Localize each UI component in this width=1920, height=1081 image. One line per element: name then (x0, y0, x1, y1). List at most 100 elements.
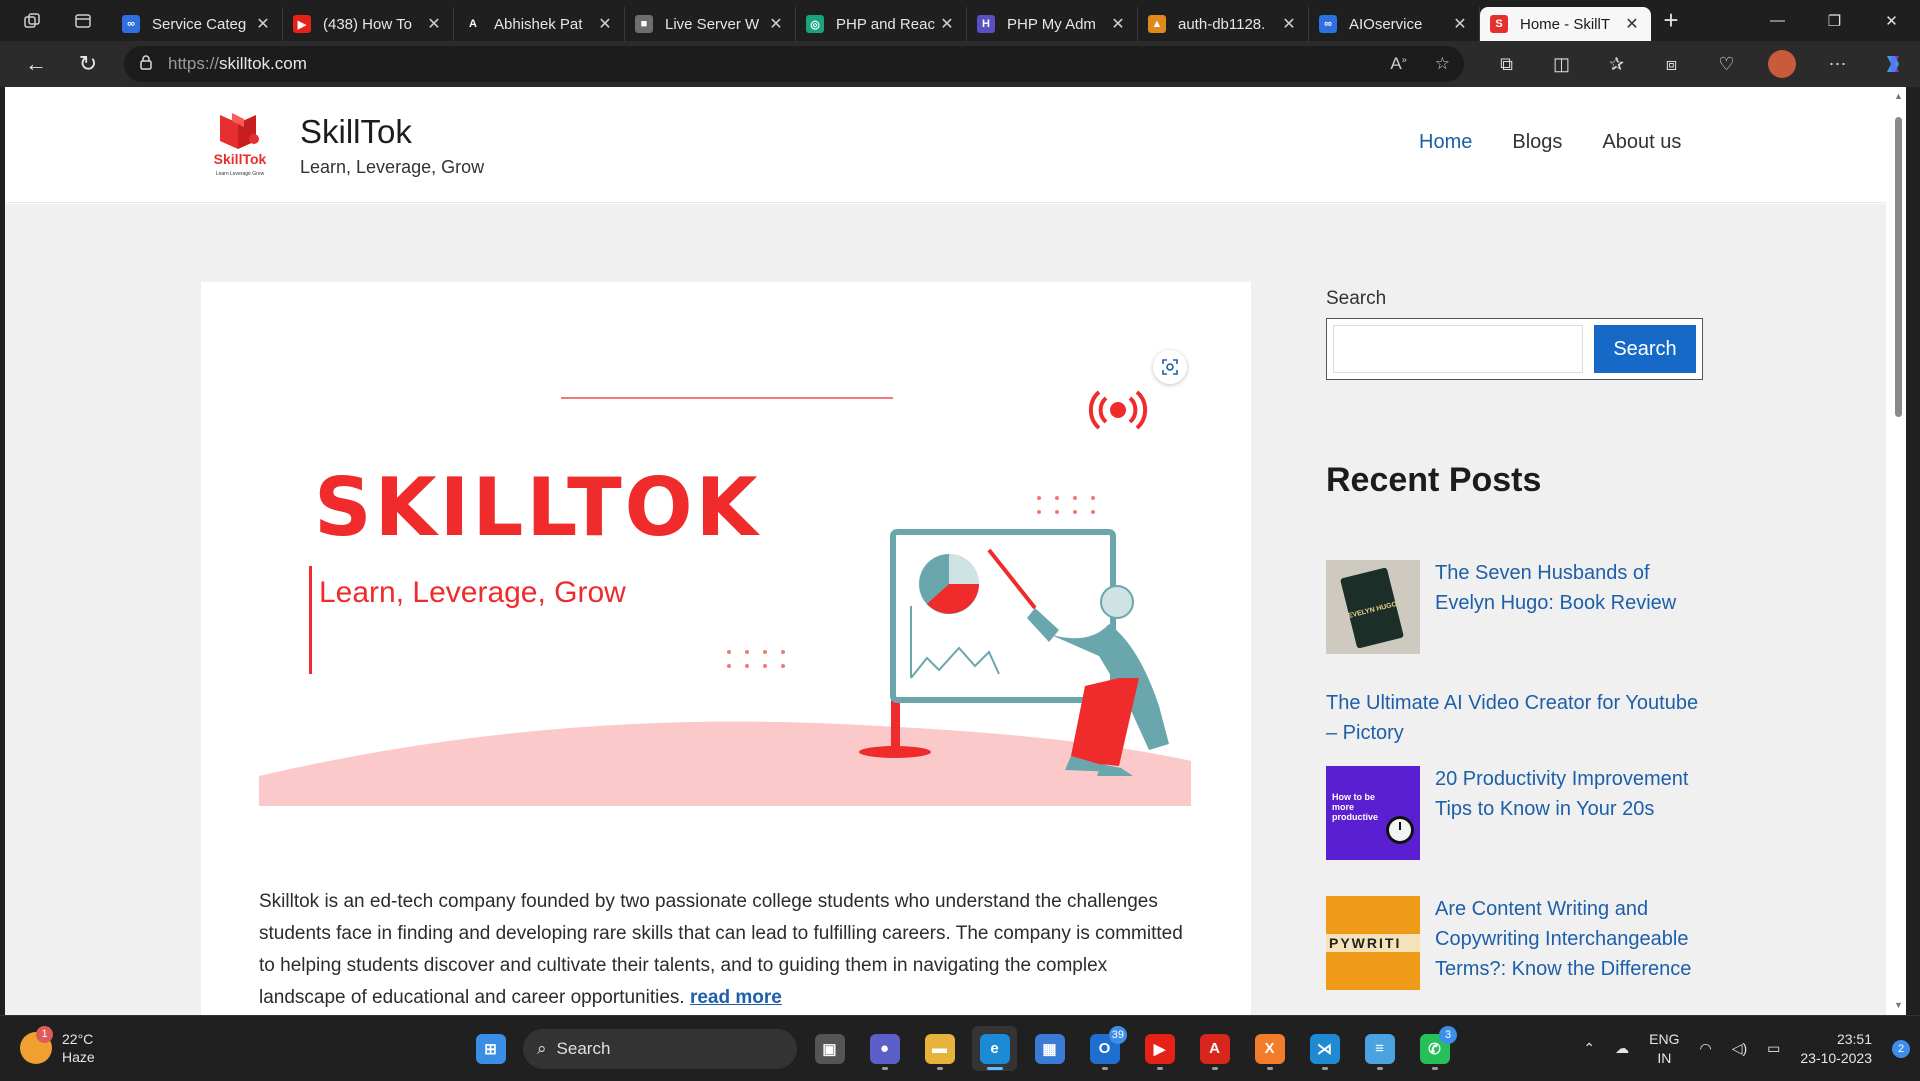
language-indicator[interactable]: ENG IN (1639, 1030, 1689, 1068)
taskbar-xampp-icon[interactable]: X (1247, 1026, 1292, 1071)
post-thumbnail[interactable]: PYWRITI (1326, 896, 1420, 990)
lock-icon[interactable] (124, 54, 168, 74)
weather-widget[interactable]: 1 22°C Haze (20, 1026, 95, 1066)
address-toolbar: ← ↻ https://skilltok.com A» ☆ ⧉ ◫ ✰ ⧈ ♡ … (0, 41, 1920, 87)
new-tab-button[interactable]: + (1651, 0, 1691, 41)
tab-close-icon[interactable]: ✕ (425, 14, 443, 34)
post-title-link[interactable]: 20 Productivity Improvement Tips to Know … (1435, 764, 1688, 824)
browser-tab[interactable]: ▶ (438) How To ✕ (283, 7, 454, 41)
taskbar-search-box[interactable]: ⌕ Search (523, 1028, 797, 1069)
post-title-link[interactable]: Are Content Writing and Copywriting Inter… (1435, 894, 1691, 984)
tab-close-icon[interactable]: ✕ (1280, 14, 1298, 34)
taskbar-search-label: Search (556, 1038, 611, 1058)
taskbar-start-icon[interactable]: ⊞ (468, 1026, 513, 1071)
taskbar-file-explorer-icon[interactable]: ▬ (917, 1026, 962, 1071)
taskbar-notepad-icon[interactable]: ≡ (1357, 1026, 1402, 1071)
taskbar-whatsapp-icon[interactable]: ✆ 3 (1412, 1026, 1457, 1071)
onedrive-icon[interactable]: ☁ (1605, 1039, 1639, 1058)
browser-tab[interactable]: ■ Live Server W ✕ (625, 7, 796, 41)
window-controls: — ❐ ✕ (1749, 0, 1920, 41)
tab-close-icon[interactable]: ✕ (254, 14, 272, 34)
split-screen-icon[interactable]: ◫ (1534, 41, 1589, 87)
tab-actions-icon[interactable] (64, 0, 102, 41)
collections-icon[interactable]: ⧈ (1644, 41, 1699, 87)
browser-tab[interactable]: ▲ auth-db1128. ✕ (1138, 7, 1309, 41)
copilot-icon[interactable] (1865, 41, 1920, 87)
profile-avatar[interactable] (1768, 50, 1796, 78)
address-bar[interactable]: https://skilltok.com A» ☆ (124, 46, 1464, 82)
post-title-link[interactable]: The Ultimate AI Video Creator for Youtub… (1326, 688, 1698, 748)
tab-close-icon[interactable]: ✕ (1623, 14, 1641, 34)
recent-post-item: How to be more productive 20 Productivit… (1326, 766, 1706, 860)
windows-taskbar: 1 22°C Haze ⊞ ⌕ Search ▣ ● ▬ e ▦ O 39 ▶ A X ⋊ ≡ ✆ 3 ⌃ ☁ E… (0, 1015, 1920, 1080)
page-scrollbar[interactable]: ▲ ▼ (1891, 87, 1906, 1015)
back-icon[interactable]: ← (10, 41, 62, 87)
taskbar-edge-icon[interactable]: e (972, 1026, 1017, 1071)
restore-icon[interactable]: ❐ (1806, 0, 1863, 41)
recent-posts-heading: Recent Posts (1326, 461, 1542, 499)
read-more-link[interactable]: read more (690, 987, 782, 1008)
taskbar-task-view-icon[interactable]: ▣ (807, 1026, 852, 1071)
site-title[interactable]: SkillTok (300, 113, 412, 151)
tab-close-icon[interactable]: ✕ (767, 14, 785, 34)
favorites-icon[interactable]: ✰ (1589, 41, 1644, 87)
tab-favicon-icon: ▲ (1148, 15, 1166, 33)
extensions-icon[interactable]: ⧉ (1479, 41, 1534, 87)
app-badge: 39 (1108, 1026, 1127, 1044)
tab-close-icon[interactable]: ✕ (938, 14, 956, 34)
minimize-icon[interactable]: — (1749, 0, 1806, 41)
tab-title: PHP and Reac (836, 15, 935, 33)
taskbar-store-icon[interactable]: ▦ (1027, 1026, 1072, 1071)
browser-tab[interactable]: A Abhishek Pat ✕ (454, 7, 625, 41)
taskbar-youtube-icon[interactable]: ▶ (1137, 1026, 1182, 1071)
search-input[interactable] (1333, 325, 1583, 373)
broadcast-icon (1088, 390, 1148, 430)
read-aloud-icon[interactable]: A» (1390, 54, 1406, 74)
taskbar-outlook-icon[interactable]: O 39 (1082, 1026, 1127, 1071)
post-thumbnail[interactable]: EVELYN HUGO (1326, 560, 1420, 654)
tab-favicon-icon: ∞ (1319, 15, 1337, 33)
taskbar-meet-icon[interactable]: ● (862, 1026, 907, 1071)
scroll-up-icon[interactable]: ▲ (1893, 91, 1904, 102)
favorite-star-icon[interactable]: ☆ (1435, 54, 1450, 74)
tab-close-icon[interactable]: ✕ (1109, 14, 1127, 34)
tab-favicon-icon: ∞ (122, 15, 140, 33)
volume-icon[interactable]: ◁) (1722, 1039, 1757, 1058)
browser-tab[interactable]: H PHP My Adm ✕ (967, 7, 1138, 41)
refresh-icon[interactable]: ↻ (62, 41, 114, 87)
tab-title: Live Server W (665, 15, 760, 33)
app-badge: 3 (1439, 1026, 1457, 1044)
tab-favicon-icon: A (464, 15, 482, 33)
visual-search-icon[interactable] (1153, 350, 1187, 384)
clock[interactable]: 23:51 23-10-2023 (1790, 1030, 1882, 1068)
taskbar-acrobat-icon[interactable]: A (1192, 1026, 1237, 1071)
show-hidden-icons-icon[interactable]: ⌃ (1573, 1039, 1605, 1058)
search-button[interactable]: Search (1594, 325, 1696, 373)
browser-tab[interactable]: ◎ PHP and Reac ✕ (796, 7, 967, 41)
nav-link-blogs[interactable]: Blogs (1512, 131, 1562, 154)
scrollbar-thumb[interactable] (1895, 117, 1902, 417)
post-title-link[interactable]: The Seven Husbands of Evelyn Hugo: Book R… (1435, 558, 1676, 618)
post-thumbnail[interactable]: How to be more productive (1326, 766, 1420, 860)
article-body: Skilltok is an ed-tech company founded b… (259, 891, 1183, 1008)
nav-link-home[interactable]: Home (1419, 131, 1472, 154)
nav-link-about-us[interactable]: About us (1602, 131, 1681, 154)
tab-favicon-icon: ▶ (293, 15, 311, 33)
scroll-down-icon[interactable]: ▼ (1893, 1000, 1904, 1011)
more-options-icon[interactable]: ⋯ (1810, 41, 1865, 87)
browser-tab[interactable]: ∞ Service Categ ✕ (112, 7, 283, 41)
hero-subtitle: Learn, Leverage, Grow (319, 576, 626, 609)
browser-tab[interactable]: S Home - SkillT ✕ (1480, 7, 1651, 41)
close-window-icon[interactable]: ✕ (1863, 0, 1920, 41)
tab-close-icon[interactable]: ✕ (1451, 14, 1469, 34)
notification-count-badge[interactable]: 2 (1892, 1039, 1910, 1058)
tab-close-icon[interactable]: ✕ (596, 14, 614, 34)
site-logo[interactable]: SkillTok Learn Leverage Grow (204, 109, 276, 179)
taskbar-vscode-icon[interactable]: ⋊ (1302, 1026, 1347, 1071)
wifi-icon[interactable]: ◠ (1689, 1039, 1721, 1058)
battery-icon[interactable]: ▭ (1757, 1039, 1790, 1058)
browser-essentials-icon[interactable]: ♡ (1699, 41, 1754, 87)
browser-tab[interactable]: ∞ AIOservice ✕ (1309, 7, 1480, 41)
tab-title: PHP My Adm (1007, 15, 1096, 33)
workspaces-icon[interactable] (0, 0, 64, 41)
